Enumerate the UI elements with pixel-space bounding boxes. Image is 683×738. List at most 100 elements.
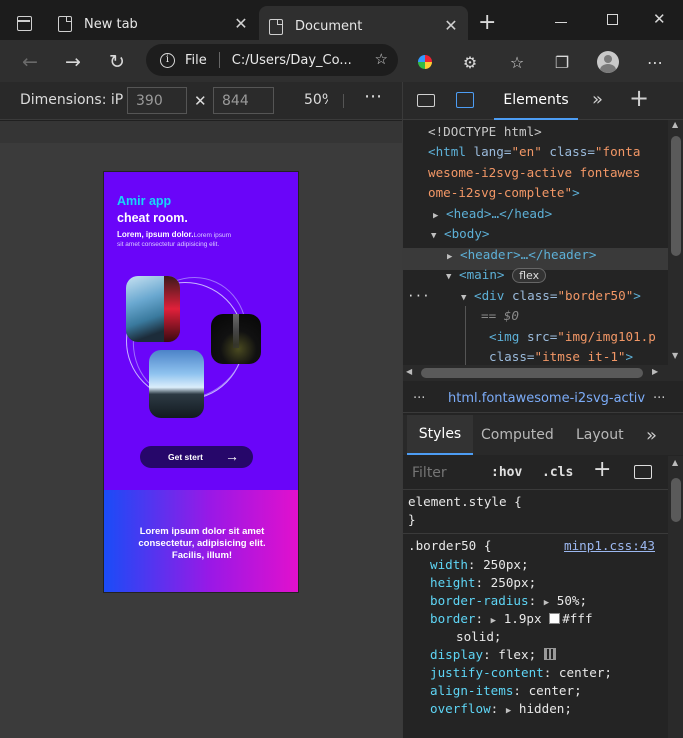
more-options-icon[interactable]: ⋯ [364, 86, 382, 107]
prop-name: align-items [430, 683, 514, 698]
tab-styles[interactable]: Styles [407, 415, 473, 455]
expand-triangle-icon[interactable]: ▶ [544, 598, 549, 608]
info-icon[interactable]: i [160, 52, 175, 68]
prop-value: 1.9px [503, 611, 542, 626]
extension-color-icon[interactable] [411, 48, 439, 76]
dom-html-class-end: ome-i2svg-complete"> [428, 185, 580, 200]
declaration-overflow[interactable]: overflow: ▶ hidden; [430, 700, 572, 720]
tab-elements[interactable]: Elements [494, 82, 578, 120]
expand-triangle-icon[interactable]: ▶ [506, 706, 511, 716]
puzzle-extensions-icon[interactable]: ⚙ [456, 48, 484, 76]
forward-arrow-icon[interactable]: → [59, 48, 87, 76]
more-options-icon[interactable]: ⋯ [641, 48, 669, 76]
breadcrumb-item[interactable]: html.fontawesome-i2svg-activ [448, 391, 645, 406]
tag-header: <header>…</header> [460, 247, 597, 262]
app-subtitle: cheat room. [117, 211, 188, 225]
tab-computed-label: Computed [481, 427, 554, 443]
refresh-icon[interactable]: ↻ [103, 48, 131, 76]
height-input[interactable] [213, 87, 274, 114]
lead-text: Lorem, ipsum dolor.Lorem ipsum sit amet … [117, 231, 267, 249]
expand-triangle-icon[interactable]: ▶ [433, 211, 438, 221]
minimize-icon[interactable] [555, 22, 567, 23]
flexbox-editor-icon[interactable] [543, 648, 556, 660]
rule-selector[interactable]: .border50 { [408, 537, 491, 555]
breadcrumb-dots[interactable]: ··· [413, 385, 425, 412]
width-input[interactable] [127, 87, 187, 114]
filter-input[interactable] [407, 460, 477, 486]
dom-dots[interactable]: ··· [407, 286, 430, 307]
dom-main-node[interactable]: ▼ <main> flex [446, 265, 547, 288]
collapse-triangle-icon[interactable]: ▼ [446, 272, 451, 282]
element-style-selector[interactable]: element.style { [408, 493, 522, 511]
add-favorite-icon[interactable]: ☆ [375, 50, 388, 68]
color-swatch[interactable] [549, 613, 561, 624]
val-class-end: ome-i2svg-complete" [428, 185, 573, 200]
scroll-down-icon: ▼ [672, 351, 679, 360]
hov-toggle[interactable]: :hov [491, 465, 522, 480]
tab-layout[interactable]: Layout [576, 415, 624, 455]
tag-html: <html [428, 144, 466, 159]
add-panel-plus-icon[interactable]: + [629, 84, 649, 112]
attr-class: class [489, 349, 527, 364]
styles-scrollbar[interactable]: ▲ [668, 456, 683, 738]
tab-new-tab[interactable]: New tab ✕ [48, 8, 258, 40]
zoom-select[interactable]: 50% [304, 92, 328, 108]
dom-html-node[interactable]: <html lang="en" class="fonta [428, 142, 640, 163]
new-rule-plus-icon[interactable]: + [593, 457, 611, 482]
styles-tabs: Styles Computed Layout » [403, 415, 683, 455]
device-dimensions-label[interactable]: Dimensions: iP [20, 92, 123, 108]
tab-computed[interactable]: Computed [481, 415, 554, 455]
declaration-border[interactable]: border: ▶ 1.9px #fff [430, 610, 593, 630]
declaration-justify-content[interactable]: justify-content: center; [430, 664, 612, 682]
breadcrumb-more[interactable]: ··· [653, 385, 665, 412]
declaration-width[interactable]: width: 250px; [430, 556, 529, 574]
flex-badge[interactable]: flex [512, 268, 547, 283]
get-start-button[interactable]: Get stert → [140, 446, 253, 468]
tab-actions-icon[interactable] [17, 16, 32, 31]
devtools-panel: Elements » + <!DOCTYPE html> <html lang=… [402, 82, 683, 738]
toggle-sidebar-icon[interactable] [634, 465, 652, 479]
collections-icon[interactable]: ❐ [548, 48, 576, 76]
dom-hscrollbar[interactable]: ◀ ▶ [403, 365, 683, 381]
scroll-up-icon: ▲ [672, 120, 679, 129]
dom-doctype[interactable]: <!DOCTYPE html> [428, 122, 542, 143]
tag-img: <img [489, 329, 520, 344]
favorites-icon[interactable]: ☆ [503, 48, 531, 76]
collapse-triangle-icon[interactable]: ▼ [431, 231, 436, 241]
gallery-image-3 [149, 350, 204, 418]
rule-source-link[interactable]: minp1.css:43 [564, 537, 655, 555]
declaration-align-items[interactable]: align-items: center; [430, 682, 582, 700]
attr-class: class [511, 288, 550, 303]
device-emulation-icon[interactable] [456, 92, 474, 108]
indent-guide [465, 306, 466, 365]
more-tabs-chevron-icon[interactable]: » [646, 415, 657, 455]
address-bar[interactable]: i File C:/Users/Day_Co... ☆ [146, 44, 398, 76]
close-icon[interactable]: ✕ [442, 16, 460, 35]
declaration-height[interactable]: height: 250px; [430, 574, 536, 592]
tab-elements-label: Elements [503, 92, 569, 108]
inspect-element-icon[interactable] [417, 94, 435, 107]
dom-scrollbar[interactable]: ▲ ▼ [668, 120, 683, 365]
more-tabs-chevron-icon[interactable]: » [592, 89, 603, 110]
expand-triangle-icon[interactable]: ▶ [491, 616, 496, 626]
collapse-triangle-icon[interactable]: ▼ [461, 293, 466, 303]
prop-value: center; [528, 683, 582, 698]
new-tab-plus-icon[interactable]: + [478, 10, 496, 35]
css-rules: element.style { } .border50 { minp1.css:… [403, 491, 668, 738]
get-start-label: Get stert [168, 452, 203, 462]
close-icon[interactable]: ✕ [232, 14, 250, 33]
window-close-icon[interactable]: ✕ [653, 10, 666, 28]
dom-img-node[interactable]: <img src="img/img101.p [489, 327, 656, 348]
back-arrow-icon[interactable]: ← [16, 48, 44, 76]
declaration-display[interactable]: display: flex; [430, 646, 556, 664]
cls-toggle[interactable]: .cls [542, 465, 573, 480]
lead-line2: sit amet consectetur adipisicing elit. [117, 241, 220, 248]
element-style-close: } [408, 512, 416, 527]
expand-triangle-icon[interactable]: ▶ [447, 252, 452, 262]
profile-avatar[interactable] [594, 48, 622, 76]
maximize-icon[interactable] [607, 14, 618, 25]
rule-divider [403, 533, 668, 534]
gallery-image-1 [126, 276, 180, 342]
gallery-image-2 [211, 314, 261, 364]
dom-body-node[interactable]: ▼ <body> [431, 224, 490, 247]
